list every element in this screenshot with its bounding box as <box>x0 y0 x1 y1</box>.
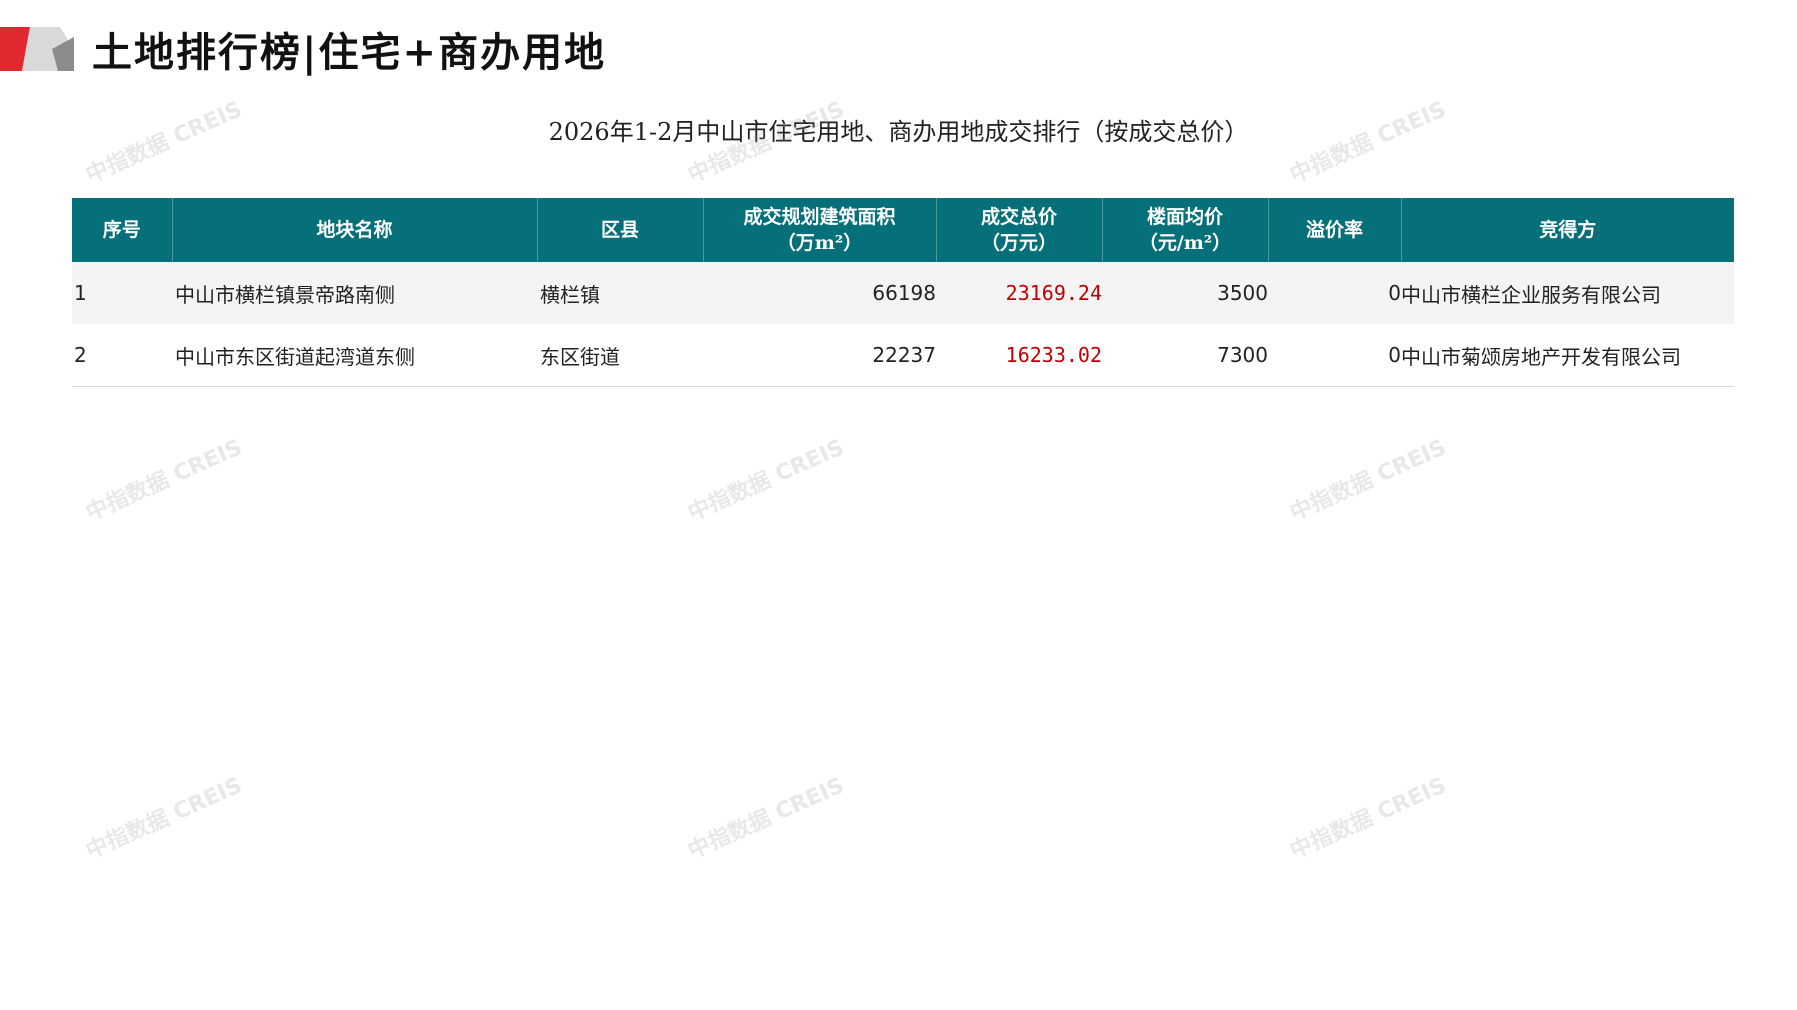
col-header-winner: 竞得方 <box>1401 198 1734 262</box>
page: 土地排行榜|住宅+商办用地 2026年1-2月中山市住宅用地、商办用地成交排行（… <box>0 0 1797 1010</box>
watermark: 中指数据 CREIS <box>1286 773 1450 865</box>
watermark: 中指数据 CREIS <box>1286 435 1450 527</box>
cell-parcel-name: 中山市横栏镇景帝路南侧 <box>172 262 537 324</box>
ranking-table: 序号 地块名称 区县 成交规划建筑面积 （万m²） 成交总价 （万元） 楼面均价 （元… <box>72 198 1734 387</box>
page-title: 土地排行榜|住宅+商办用地 <box>92 29 607 76</box>
creis-logo-icon <box>0 27 74 71</box>
table-header-row: 序号 地块名称 区县 成交规划建筑面积 （万m²） 成交总价 （万元） 楼面均价 （元… <box>72 198 1734 262</box>
watermark: 中指数据 CREIS <box>684 773 848 865</box>
table-caption: 2026年1-2月中山市住宅用地、商办用地成交排行（按成交总价） <box>548 118 1249 146</box>
col-header-parcel-name: 地块名称 <box>172 198 538 262</box>
cell-unit-price: 7300 <box>1102 324 1268 387</box>
cell-total-price: 23169.24 <box>936 262 1102 324</box>
cell-area: 66198 <box>703 262 936 324</box>
cell-winner: 中山市菊颂房地产开发有限公司 <box>1401 324 1734 387</box>
col-header-unit-price: 楼面均价 （元/m²） <box>1102 198 1269 262</box>
col-header-total-price: 成交总价 （万元） <box>936 198 1103 262</box>
col-header-county: 区县 <box>537 198 704 262</box>
watermark: 中指数据 CREIS <box>684 435 848 527</box>
cell-county: 东区街道 <box>537 324 703 387</box>
table-row: 1 中山市横栏镇景帝路南侧 横栏镇 66198 23169.24 3500 0 … <box>72 262 1734 324</box>
cell-area: 22237 <box>703 324 936 387</box>
col-header-premium-rate: 溢价率 <box>1268 198 1402 262</box>
table-row: 2 中山市东区街道起湾道东侧 东区街道 22237 16233.02 7300 … <box>72 324 1734 387</box>
cell-total-price: 16233.02 <box>936 324 1102 387</box>
cell-premium-rate: 0 <box>1268 262 1401 324</box>
cell-index: 2 <box>72 324 172 387</box>
watermark: 中指数据 CREIS <box>82 773 246 865</box>
cell-county: 横栏镇 <box>537 262 703 324</box>
cell-parcel-name: 中山市东区街道起湾道东侧 <box>172 324 537 387</box>
cell-premium-rate: 0 <box>1268 324 1401 387</box>
col-header-area: 成交规划建筑面积 （万m²） <box>703 198 937 262</box>
ranking-table-container: 序号 地块名称 区县 成交规划建筑面积 （万m²） 成交总价 （万元） 楼面均价 （元… <box>72 198 1734 387</box>
cell-unit-price: 3500 <box>1102 262 1268 324</box>
cell-winner: 中山市横栏企业服务有限公司 <box>1401 262 1734 324</box>
col-header-index: 序号 <box>72 198 173 262</box>
cell-index: 1 <box>72 262 172 324</box>
watermark: 中指数据 CREIS <box>82 435 246 527</box>
